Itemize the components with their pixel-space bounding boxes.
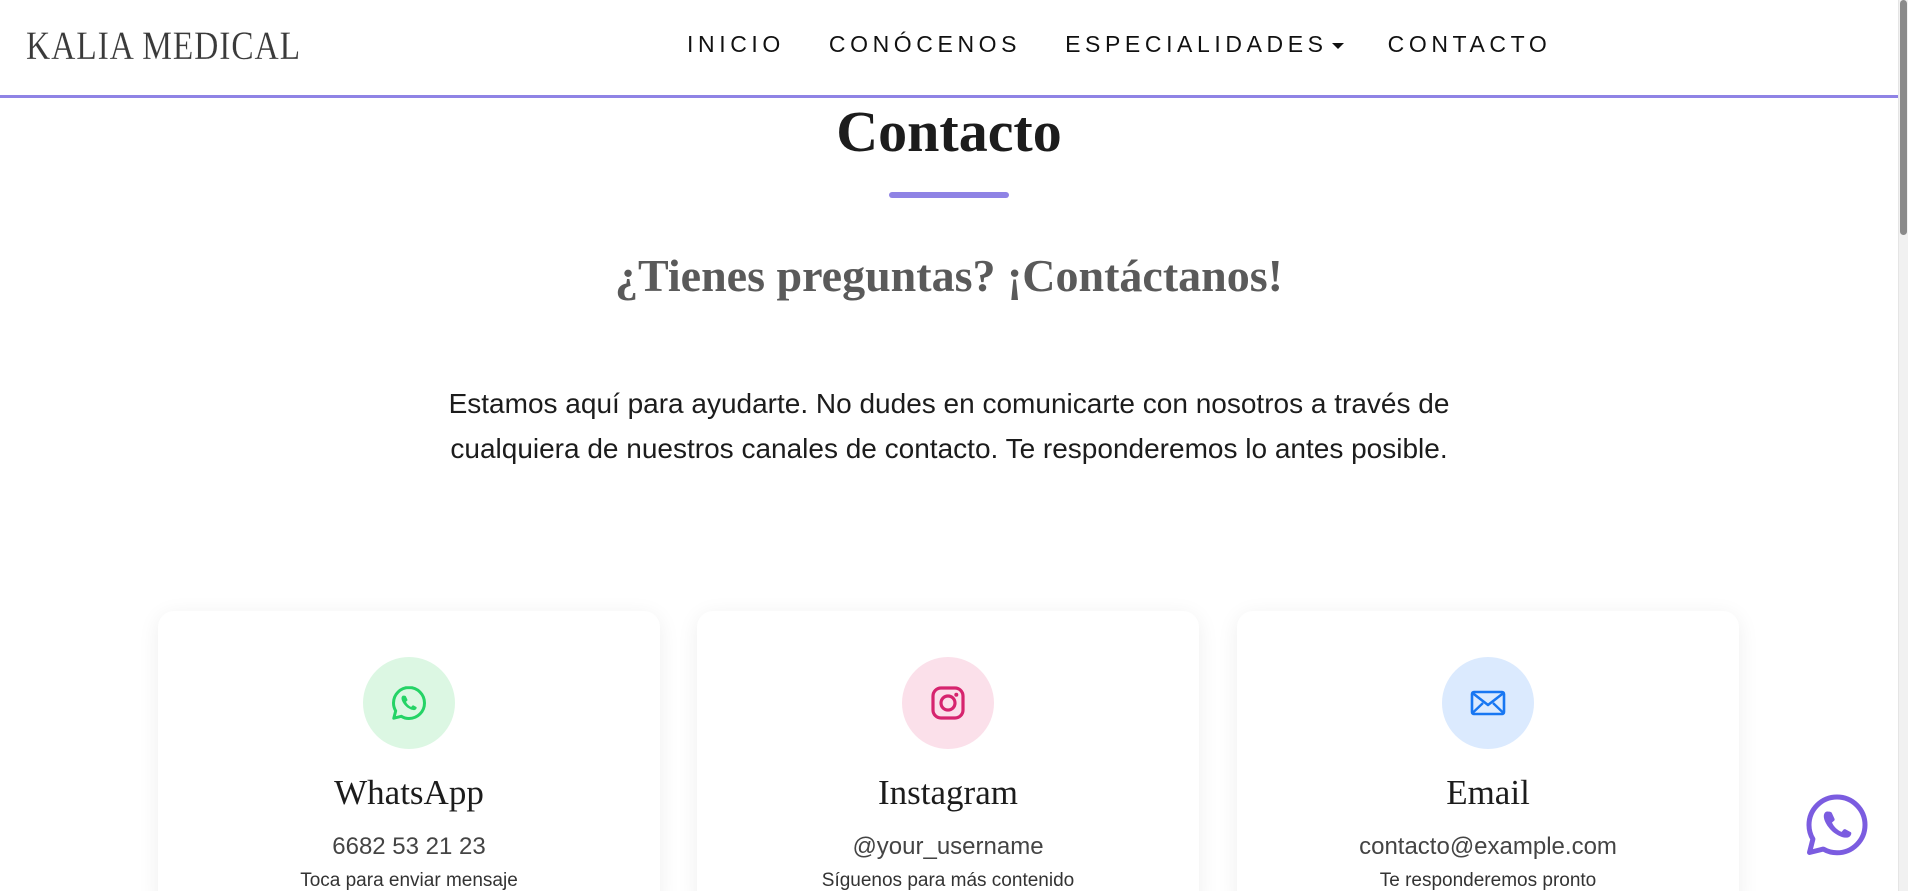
card-title: WhatsApp	[334, 773, 484, 812]
scrollbar-thumb[interactable]	[1900, 0, 1907, 235]
whatsapp-float-button[interactable]	[1804, 792, 1870, 858]
page: KALIA MEDICAL INICIO CONÓCENOS ESPECIALI…	[0, 0, 1908, 891]
nav-item-label: CONTACTO	[1387, 31, 1552, 57]
card-note: Te responderemos pronto	[1379, 870, 1597, 891]
nav-item-label: ESPECIALIDADES	[1065, 31, 1328, 57]
card-value[interactable]: contacto@example.com	[1237, 832, 1739, 862]
card-value[interactable]: 6682 53 21 23	[158, 832, 660, 862]
page-scrollbar[interactable]	[1898, 0, 1908, 891]
card-note: Síguenos para más contenido	[821, 870, 1075, 891]
section-title: Contacto	[836, 99, 1062, 164]
intro-text: Estamos aquí para ayudarte. No dudes en …	[448, 388, 1450, 464]
chevron-down-icon	[1331, 42, 1344, 49]
nav-item-label: INICIO	[687, 31, 785, 57]
contact-card-whatsapp[interactable]: WhatsApp 6682 53 21 23 Toca para enviar …	[158, 611, 660, 891]
card-title: Email	[1446, 773, 1530, 812]
card-title: Instagram	[878, 773, 1018, 812]
whatsapp-icon	[363, 657, 455, 749]
nav-item-label: CONÓCENOS	[828, 31, 1022, 57]
email-icon	[1442, 657, 1534, 749]
title-underline	[889, 192, 1009, 198]
nav-item-inicio[interactable]: INICIO	[687, 31, 785, 58]
section-subtitle: ¿Tienes preguntas? ¡Contáctanos!	[615, 250, 1283, 301]
nav-item-contacto[interactable]: CONTACTO	[1388, 31, 1552, 58]
instagram-icon	[902, 657, 994, 749]
card-value[interactable]: @your_username	[697, 832, 1199, 862]
main-nav: INICIO CONÓCENOS ESPECIALIDADES CONTACTO	[687, 31, 1551, 58]
whatsapp-float-icon	[1806, 794, 1868, 856]
contact-card-instagram[interactable]: Instagram @your_username Síguenos para m…	[697, 611, 1199, 891]
nav-item-conocenos[interactable]: CONÓCENOS	[829, 31, 1021, 58]
site-header: KALIA MEDICAL INICIO CONÓCENOS ESPECIALI…	[0, 0, 1898, 98]
contact-card-email[interactable]: Email contacto@example.com Te respondere…	[1237, 611, 1739, 891]
nav-item-especialidades[interactable]: ESPECIALIDADES	[1065, 31, 1344, 58]
card-note: Toca para enviar mensaje	[300, 870, 518, 891]
site-logo[interactable]: KALIA MEDICAL	[26, 22, 301, 69]
